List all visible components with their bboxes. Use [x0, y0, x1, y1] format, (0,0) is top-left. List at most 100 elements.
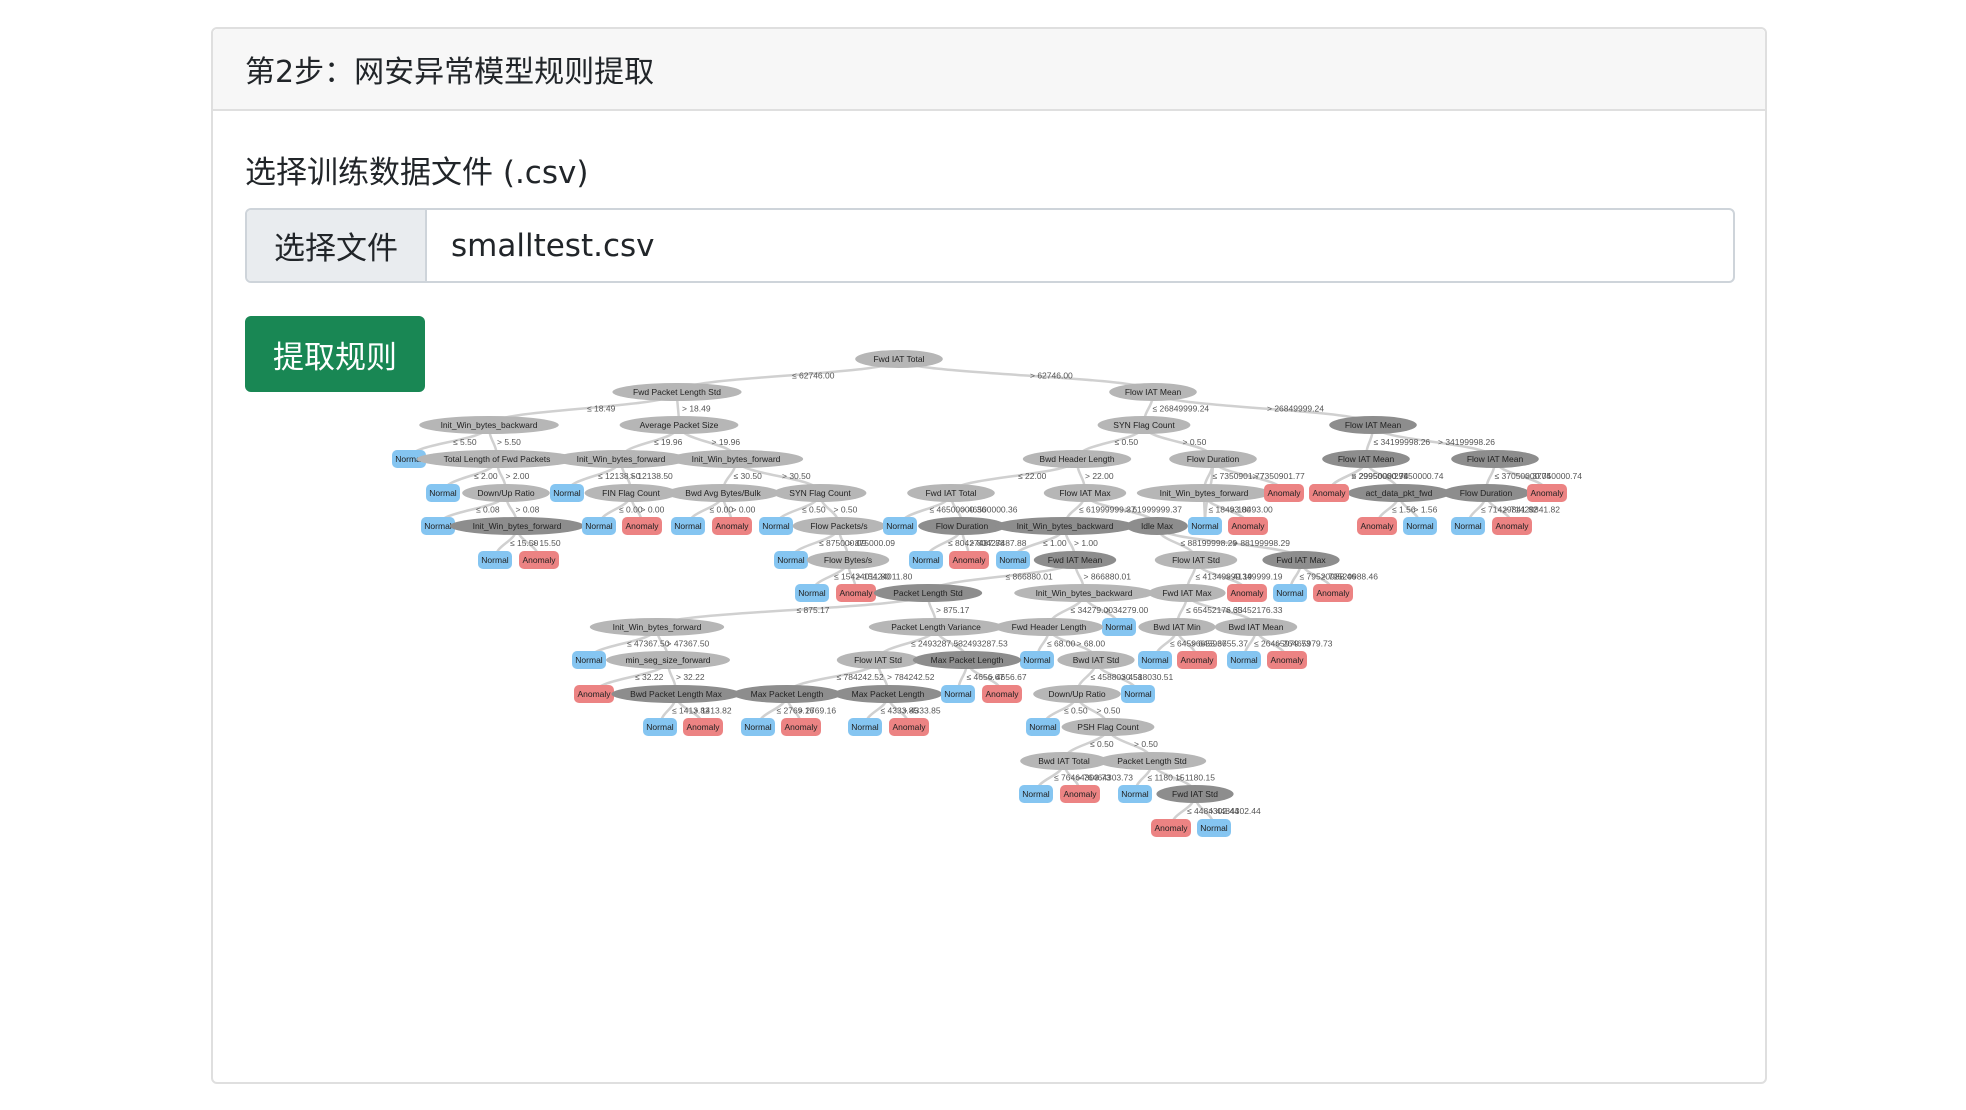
node-label: Anomaly: [892, 722, 926, 732]
node-label: Fwd IAT Max: [1276, 555, 1326, 565]
leaf-node-anomaly: Anomaly: [1267, 651, 1307, 669]
edge-condition-label: > 15.50: [532, 538, 561, 548]
node-label: Normal: [1406, 521, 1434, 531]
edge-condition-label: > 784242.52: [887, 672, 935, 682]
node-label: Init_Win_bytes_forward: [692, 454, 781, 464]
edge-condition-label: > 32.22: [676, 672, 705, 682]
edge-condition-label: > 0.50: [834, 505, 858, 515]
edge-condition-label: > 875.17: [936, 605, 970, 615]
node-label: Bwd Header Length: [1039, 454, 1114, 464]
split-node: Flow IAT Max: [1043, 484, 1127, 502]
node-label: Average Packet Size: [640, 420, 719, 430]
split-node: Max Packet Length: [732, 685, 842, 703]
node-label: Normal: [429, 488, 457, 498]
node-label: Idle Max: [1141, 521, 1174, 531]
edge-condition-label: ≤ 5.50: [453, 437, 477, 447]
leaf-node-anomaly: Anomaly: [982, 685, 1022, 703]
edge-condition-label: > 26849999.24: [1267, 404, 1324, 414]
edge-condition-label: > 12138.50: [630, 471, 673, 481]
edge-condition-label: ≤ 2.00: [474, 471, 498, 481]
edge-condition-label: ≤ 34199998.26: [1374, 437, 1431, 447]
node-label: Anomaly: [1230, 588, 1264, 598]
split-node: Init_Win_bytes_forward: [668, 450, 804, 468]
edge-condition-label: ≤ 0.50: [1090, 739, 1114, 749]
edge-condition-label: ≤ 19.96: [654, 437, 683, 447]
node-label: Anomaly: [952, 555, 986, 565]
split-node: Flow IAT Std: [836, 651, 920, 669]
edge-condition-label: > 4656.67: [989, 672, 1027, 682]
split-node: Flow Packets/s: [792, 517, 886, 535]
node-label: Flow Duration: [1460, 488, 1513, 498]
node-label: Anomaly: [715, 521, 749, 531]
edge-condition-label: > 0.50: [1183, 437, 1207, 447]
edge-condition-label: > 76464303.73: [1076, 773, 1133, 783]
node-label: Fwd IAT Mean: [1048, 555, 1103, 565]
leaf-node-normal: Normal: [774, 551, 808, 569]
node-label: Normal: [798, 588, 826, 598]
leaf-node-normal: Normal: [1138, 651, 1172, 669]
leaf-node-normal: Normal: [1451, 517, 1485, 535]
node-label: Packet Length Std: [893, 588, 963, 598]
node-label: Bwd IAT Min: [1153, 622, 1201, 632]
leaf-node-anomaly: Anomaly: [1228, 517, 1268, 535]
node-label: Anomaly: [1063, 789, 1097, 799]
edge-condition-label: ≤ 0.00: [710, 505, 734, 515]
node-label: Max Packet Length: [931, 655, 1004, 665]
edge-condition-label: ≤ 26849999.24: [1153, 404, 1210, 414]
split-node: Flow IAT Mean: [1329, 416, 1417, 434]
node-label: SYN Flag Count: [1113, 420, 1175, 430]
split-node: Fwd IAT Max: [1148, 584, 1226, 602]
node-label: Anomaly: [1270, 655, 1304, 665]
leaf-node-anomaly: Anomaly: [1151, 819, 1191, 837]
edge-condition-label: ≤ 866880.01: [1006, 572, 1053, 582]
edge-condition-label: > 65452176.33: [1226, 605, 1283, 615]
split-node: Init_Win_bytes_backward: [995, 517, 1135, 535]
node-label: Normal: [1230, 655, 1258, 665]
split-node: SYN Flag Count: [1097, 416, 1191, 434]
split-node: Bwd IAT Total: [1020, 752, 1108, 770]
node-label: Bwd IAT Mean: [1229, 622, 1284, 632]
node-label: Flow Duration: [1187, 454, 1240, 464]
node-label: Init_Win_bytes_forward: [473, 521, 562, 531]
leaf-node-normal: Normal: [550, 484, 584, 502]
edge-condition-label: > 0.50: [1134, 739, 1158, 749]
split-node: Init_Win_bytes_forward: [1136, 484, 1272, 502]
leaf-node-normal: Normal: [1118, 785, 1152, 803]
edge-condition-label: > 29950000.74: [1352, 471, 1409, 481]
node-label: FIN Flag Count: [602, 488, 660, 498]
leaf-node-anomaly: Anomaly: [1527, 484, 1567, 502]
split-node: Total Length of Fwd Packets: [416, 450, 578, 468]
node-label: Flow IAT Mean: [1345, 420, 1402, 430]
node-label: PSH Flag Count: [1077, 722, 1139, 732]
edge-condition-label: ≤ 68.00: [1047, 639, 1076, 649]
leaf-node-normal: Normal: [883, 517, 917, 535]
edge-condition-label: > 88199998.29: [1233, 538, 1290, 548]
split-node: Flow Duration: [1442, 484, 1530, 502]
leaf-node-anomaly: Anomaly: [1227, 584, 1267, 602]
split-node: SYN Flag Count: [773, 484, 867, 502]
split-node: Fwd IAT Total: [855, 350, 943, 368]
node-label: Normal: [575, 655, 603, 665]
edge-condition-label: > 64596655.37: [1191, 639, 1248, 649]
leaf-node-normal: Normal: [1197, 819, 1231, 837]
node-label: Anomaly: [1267, 488, 1301, 498]
split-node: Fwd Packet Length Std: [612, 383, 742, 401]
edge-condition-label: > 875000.09: [848, 538, 896, 548]
edge-condition-label: ≤ 1.56: [1392, 505, 1416, 515]
edge-condition-label: > 0.00: [732, 505, 756, 515]
node-label: Normal: [646, 722, 674, 732]
node-label: Normal: [553, 488, 581, 498]
node-label: Fwd Packet Length Std: [633, 387, 721, 397]
leaf-node-normal: Normal: [996, 551, 1030, 569]
split-node: Packet Length Std: [873, 584, 983, 602]
edge-condition-label: > 4588030.51: [1121, 672, 1174, 682]
node-label: Anomaly: [985, 689, 1019, 699]
edge-condition-label: ≤ 1.00: [1043, 538, 1067, 548]
decision-tree-graph: ≤ 62746.00 > 62746.00 ≤ 18.49 > 18.49 ≤ 5.50…: [392, 350, 1582, 837]
node-label: Packet Length Variance: [891, 622, 981, 632]
node-label: Anomaly: [1316, 588, 1350, 598]
node-label: Normal: [1121, 789, 1149, 799]
split-node: PSH Flag Count: [1061, 718, 1155, 736]
node-label: Flow IAT Mean: [1467, 454, 1524, 464]
node-label: Anomaly: [839, 588, 873, 598]
